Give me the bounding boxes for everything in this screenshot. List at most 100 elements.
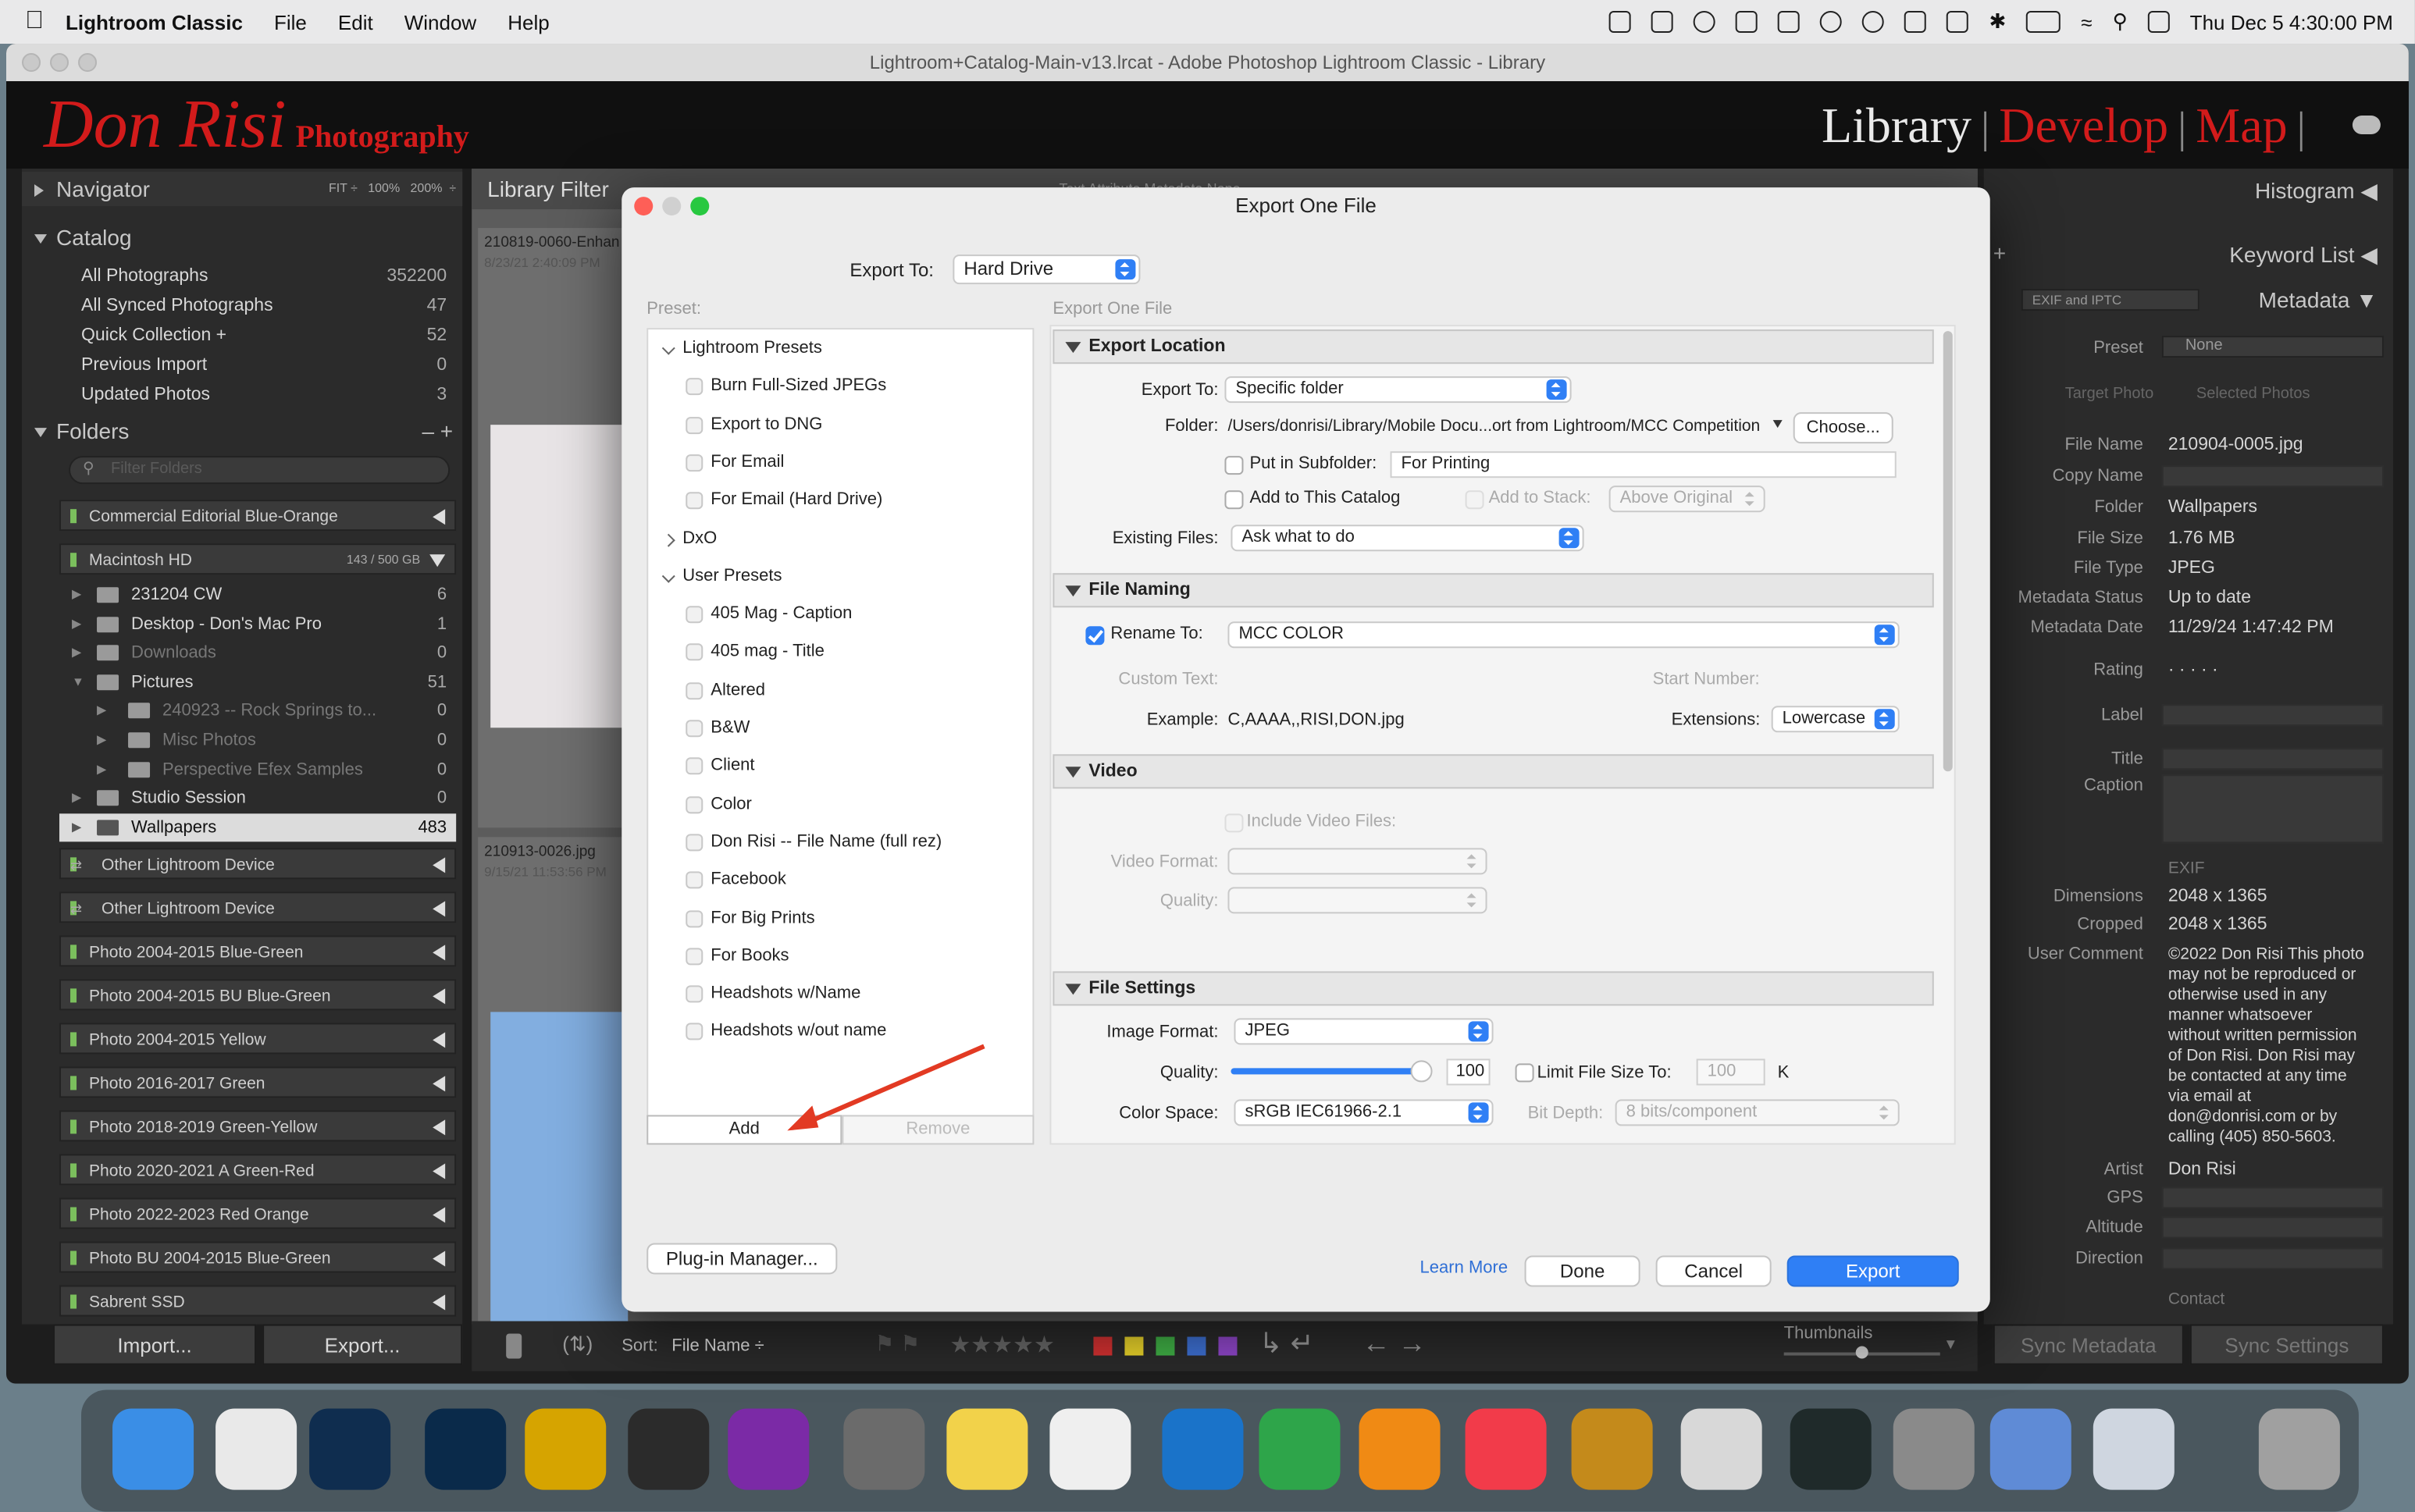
preset-checkbox[interactable] xyxy=(686,947,703,965)
dock-app-icon[interactable] xyxy=(1571,1408,1653,1490)
done-button[interactable]: Done xyxy=(1524,1255,1640,1287)
extensions-select[interactable]: Lowercase xyxy=(1771,706,1900,733)
file-naming-section-header[interactable]: File Naming xyxy=(1053,573,1934,608)
textedit-icon[interactable] xyxy=(1049,1408,1131,1490)
preset-checkbox[interactable] xyxy=(686,378,703,396)
preset-checkbox[interactable] xyxy=(686,909,703,927)
disclosure-triangle-icon[interactable]: ▶ xyxy=(72,813,81,841)
volume-item[interactable]: Photo 2018-2019 Green-Yellow xyxy=(59,1110,457,1142)
dialog-zoom-button[interactable] xyxy=(690,197,710,216)
preset-checkbox[interactable] xyxy=(686,681,703,699)
zoom-window-button[interactable] xyxy=(78,53,98,73)
menu-clock[interactable]: Thu Dec 5 4:30:00 PM xyxy=(2190,10,2393,34)
rename-checkbox[interactable] xyxy=(1085,626,1105,646)
chrome-icon[interactable] xyxy=(215,1408,297,1490)
disclosure-triangle-icon[interactable]: ▶ xyxy=(72,581,81,609)
disclosure-triangle-icon[interactable]: ▶ xyxy=(97,697,106,725)
toolbar-menu-icon[interactable]: ▾ xyxy=(1947,1334,1955,1354)
preset-checkbox[interactable] xyxy=(686,1023,703,1041)
thumbnail-size-slider-knob[interactable] xyxy=(1855,1346,1868,1359)
clock-icon[interactable] xyxy=(1862,11,1885,34)
folder-item[interactable]: ▶ Desktop - Don's Mac Pro 1 xyxy=(59,610,456,638)
folders-header[interactable]: Folders – + xyxy=(22,414,462,448)
expand-icon[interactable] xyxy=(433,988,446,1005)
disclosure-triangle-icon[interactable]: ▶ xyxy=(97,755,106,783)
expand-icon[interactable] xyxy=(433,1251,446,1267)
filter-folders-input[interactable]: ⚲ Filter Folders xyxy=(69,456,451,485)
wifi-icon[interactable]: ≈ xyxy=(2081,10,2092,34)
launchpad-icon[interactable] xyxy=(2093,1408,2175,1490)
disclosure-triangle-icon[interactable]: ▶ xyxy=(72,784,81,813)
menu-edit[interactable]: Edit xyxy=(338,10,373,34)
quality-slider-track[interactable] xyxy=(1231,1068,1431,1075)
thumbnail-cell[interactable]: 210913-0026.jpg 9/15/21 11:53:56 PM xyxy=(478,837,629,1322)
metadata-field-input[interactable] xyxy=(2161,704,2384,727)
cancel-button[interactable]: Cancel xyxy=(1655,1255,1772,1287)
preset-checkbox[interactable] xyxy=(686,871,703,889)
disclosure-triangle-icon[interactable]: ▶ xyxy=(72,610,81,638)
export-confirm-button[interactable]: Export xyxy=(1786,1255,1959,1287)
preset-checkbox[interactable] xyxy=(686,644,703,662)
quality-slider-knob[interactable] xyxy=(1410,1060,1433,1083)
thumbnail-cell[interactable]: 210819-0060-Enhan 8/23/21 2:40:09 PM xyxy=(478,228,629,828)
bluetooth-icon[interactable]: ✱ xyxy=(1989,9,2006,34)
minimize-window-button[interactable] xyxy=(50,53,69,73)
preset-item[interactable]: Burn Full-Sized JPEGs xyxy=(686,377,886,396)
disclosure-triangle-icon[interactable]: ▶ xyxy=(97,726,106,754)
metadata-header[interactable]: Metadata ▼ xyxy=(2259,287,2378,312)
volume-item[interactable]: Photo 2004-2015 Blue-Green xyxy=(59,935,457,967)
label-yellow[interactable] xyxy=(1124,1336,1144,1356)
preset-item[interactable]: Facebook xyxy=(686,870,786,889)
metadata-set-select[interactable]: EXIF and IPTC xyxy=(2021,289,2200,311)
add-to-catalog-checkbox[interactable] xyxy=(1224,490,1244,510)
preset-checkbox[interactable] xyxy=(686,454,703,471)
finder-icon[interactable] xyxy=(112,1408,194,1490)
menu-app-name[interactable]: Lightroom Classic xyxy=(66,10,243,34)
volume-item[interactable]: Photo BU 2004-2015 Blue-Green xyxy=(59,1241,457,1273)
preset-item[interactable]: For Big Prints xyxy=(686,908,815,927)
cloud-icon[interactable] xyxy=(2352,116,2381,135)
label-red[interactable] xyxy=(1093,1336,1113,1356)
metadata-preset-select[interactable]: None xyxy=(2161,336,2384,358)
music-icon[interactable] xyxy=(1465,1408,1547,1490)
expand-icon[interactable] xyxy=(433,1294,446,1311)
close-window-button[interactable] xyxy=(22,53,41,73)
metadata-field-input[interactable] xyxy=(2161,774,2384,844)
add-keyword-icon[interactable]: + xyxy=(1993,240,2006,265)
status-icon[interactable] xyxy=(1609,11,1632,34)
add-to-stack-checkbox[interactable] xyxy=(1465,490,1484,510)
expand-icon[interactable] xyxy=(433,1163,446,1179)
folder-item[interactable]: ▶ Downloads 0 xyxy=(59,639,456,667)
rotate-icons[interactable]: ↳ ↵ xyxy=(1259,1328,1313,1361)
notes-icon[interactable] xyxy=(946,1408,1028,1490)
color-space-select[interactable]: sRGB IEC61966-2.1 xyxy=(1234,1099,1494,1126)
volume-item[interactable]: Sabrent SSD xyxy=(59,1285,457,1317)
preset-checkbox[interactable] xyxy=(686,985,703,1003)
apple-icon[interactable]:  xyxy=(25,8,44,36)
status-icon[interactable] xyxy=(1736,11,1758,34)
volume-macintosh-hd[interactable]: Macintosh HD 143 / 500 GB xyxy=(59,543,457,575)
search-icon[interactable]: ⚲ xyxy=(2113,9,2128,34)
sync-metadata-button[interactable]: Sync Metadata xyxy=(1993,1324,2184,1365)
folder-path[interactable]: /Users/donrisi/Library/Mobile Docu...ort… xyxy=(1227,417,1760,436)
limit-file-size-checkbox[interactable] xyxy=(1515,1063,1534,1083)
preset-item[interactable]: B&W xyxy=(686,718,750,738)
lightroom-classic-icon[interactable] xyxy=(309,1408,391,1490)
include-video-checkbox[interactable] xyxy=(1224,813,1244,833)
disclosure-triangle-icon[interactable]: ▶ xyxy=(72,639,81,667)
menu-help[interactable]: Help xyxy=(508,10,550,34)
preset-item[interactable]: Headshots w/Name xyxy=(686,984,860,1003)
preset-item[interactable]: Color xyxy=(686,794,752,813)
video-format-select[interactable] xyxy=(1227,848,1487,875)
device-item[interactable]: ⇄ Other Lightroom Device xyxy=(59,891,457,923)
import-button[interactable]: Import... xyxy=(53,1324,257,1365)
preset-group-0[interactable]: Lightroom Presets xyxy=(682,339,822,358)
catalog-item[interactable]: Quick Collection + 52 xyxy=(81,322,456,350)
video-section-header[interactable]: Video xyxy=(1053,754,1934,789)
image-format-select[interactable]: JPEG xyxy=(1234,1018,1494,1045)
folder-item[interactable]: ▶ Studio Session 0 xyxy=(59,784,456,813)
trash-icon[interactable] xyxy=(2258,1408,2340,1490)
folder-item[interactable]: ▶ 240923 -- Rock Springs to... 0 xyxy=(59,697,456,725)
rating-stars[interactable]: ★★★★★ xyxy=(949,1331,1055,1359)
catalog-item[interactable]: All Synced Photographs 47 xyxy=(81,292,456,320)
